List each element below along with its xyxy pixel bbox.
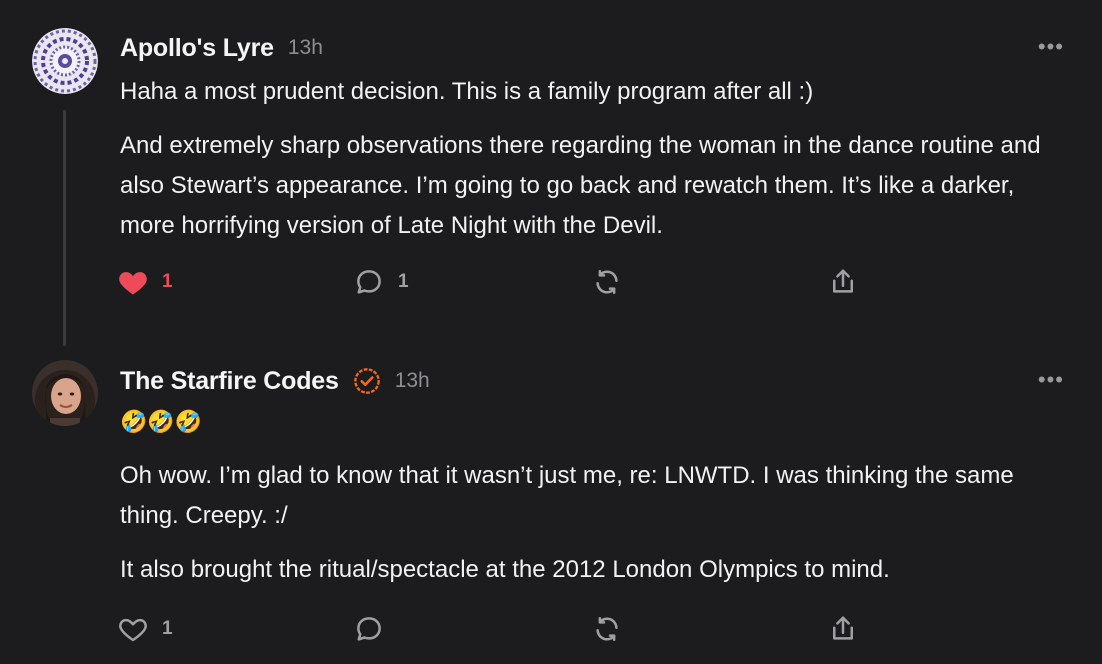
- post-paragraph: It also brought the ritual/spectacle at …: [120, 556, 890, 583]
- share-icon: [828, 614, 858, 644]
- like-button[interactable]: 1: [118, 611, 173, 647]
- repost-button[interactable]: [592, 264, 622, 300]
- reply-count: 1: [398, 271, 409, 292]
- repost-button[interactable]: [592, 611, 622, 647]
- speech-bubble-icon: [354, 614, 384, 644]
- post-paragraph: Haha a most prudent decision. This is a …: [120, 78, 814, 105]
- share-button[interactable]: [828, 611, 858, 647]
- post-header: Apollo's Lyre 13h: [120, 32, 323, 64]
- like-count: 1: [162, 618, 173, 639]
- share-button[interactable]: [828, 264, 858, 300]
- author-name[interactable]: The Starfire Codes: [120, 367, 339, 396]
- post-header: The Starfire Codes 13h: [120, 365, 430, 397]
- post-paragraph: Oh wow. I’m glad to know that it wasn’t …: [120, 462, 1014, 529]
- post-actions: 1: [118, 611, 878, 647]
- speech-bubble-icon: [354, 267, 384, 297]
- heart-icon: [118, 268, 148, 296]
- share-icon: [828, 267, 858, 297]
- more-options-icon[interactable]: •••: [1038, 367, 1064, 393]
- reply-button[interactable]: 1: [354, 264, 409, 300]
- post-actions: 1 1: [118, 264, 878, 300]
- reply-button[interactable]: [354, 611, 384, 647]
- more-options-icon[interactable]: •••: [1038, 34, 1064, 60]
- repost-icon: [592, 614, 622, 644]
- like-count: 1: [162, 271, 173, 292]
- like-button[interactable]: 1: [118, 264, 173, 300]
- verified-badge-icon: [353, 367, 381, 395]
- avatar[interactable]: [32, 28, 98, 94]
- post-paragraph: And extremely sharp observations there r…: [120, 132, 1041, 239]
- post-body: 🤣🤣🤣 Oh wow. I’m glad to know that it was…: [120, 402, 1070, 590]
- author-name[interactable]: Apollo's Lyre: [120, 34, 274, 63]
- thread-line: [63, 110, 66, 346]
- post-body: Haha a most prudent decision. This is a …: [120, 72, 1070, 246]
- avatar[interactable]: [32, 360, 98, 426]
- repost-icon: [592, 267, 622, 297]
- post-paragraph: 🤣🤣🤣: [120, 409, 203, 434]
- heart-icon: [118, 615, 148, 643]
- timestamp[interactable]: 13h: [395, 369, 430, 393]
- timestamp[interactable]: 13h: [288, 36, 323, 60]
